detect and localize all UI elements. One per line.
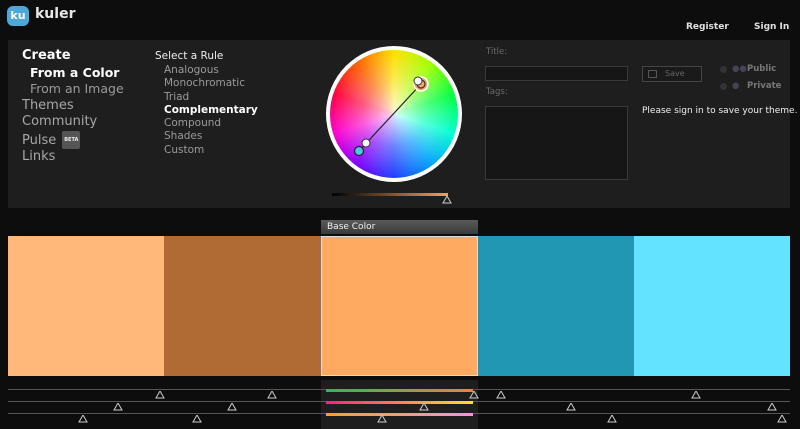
save-icon (648, 70, 657, 78)
rule-triad[interactable]: Triad (155, 91, 305, 104)
people-icon: ●● (732, 64, 747, 74)
private-option[interactable]: ● Private (732, 81, 781, 91)
rule-analogous[interactable]: Analogous (155, 64, 305, 77)
swatch-4[interactable] (478, 236, 634, 376)
color-handle-5[interactable] (353, 145, 365, 157)
theme-swatches (8, 236, 790, 376)
swatch-3-base[interactable] (321, 236, 478, 376)
nav-from-an-image[interactable]: From an Image (22, 81, 152, 98)
save-button[interactable]: Save (642, 66, 702, 82)
base-brightness-bar[interactable] (326, 413, 473, 416)
tags-input[interactable] (485, 106, 628, 180)
base-hue-bar[interactable] (326, 389, 473, 392)
base-saturation-bar[interactable] (326, 401, 473, 404)
nav-pulse[interactable]: Pulse BETA (22, 130, 152, 149)
top-bar: ku kuler Register Sign In (0, 0, 800, 40)
rules-title: Select a Rule (155, 50, 224, 62)
brightness-slider[interactable] (332, 193, 448, 196)
brightness-slider-thumb[interactable] (442, 196, 452, 204)
rule-monochromatic[interactable]: Monochromatic (155, 77, 305, 90)
private-radio[interactable] (720, 83, 727, 90)
swatch-2[interactable] (164, 236, 321, 376)
swatch-sliders (8, 380, 790, 429)
nav-links[interactable]: Links (22, 149, 152, 166)
tags-label: Tags: (486, 87, 508, 97)
rule-selector: Select a Rule Analogous Monochromatic Tr… (155, 50, 305, 157)
rule-custom[interactable]: Custom (155, 144, 305, 157)
save-button-label: Save (665, 69, 685, 78)
color-wheel-markers (353, 76, 429, 157)
app-title[interactable]: kuler (35, 6, 75, 22)
private-label: Private (746, 81, 782, 91)
color-handle-2[interactable] (413, 76, 423, 86)
title-label: Title: (486, 47, 508, 57)
rule-compound[interactable]: Compound (155, 117, 305, 130)
main-nav: Create From a Color From an Image Themes… (22, 48, 152, 166)
base-slider-background (321, 380, 478, 429)
kuler-logo-icon[interactable]: ku (7, 6, 29, 26)
swatch-5[interactable] (634, 236, 790, 376)
register-link[interactable]: Register (686, 22, 729, 32)
swatch-1[interactable] (8, 236, 164, 376)
rule-shades[interactable]: Shades (155, 130, 305, 143)
public-label: Public (746, 64, 777, 74)
color-handle-4[interactable] (361, 138, 371, 148)
base-color-label: Base Color (321, 220, 478, 234)
public-option[interactable]: ●● Public (732, 64, 776, 74)
nav-themes[interactable]: Themes (22, 98, 152, 115)
person-icon: ● (732, 81, 740, 91)
rule-complementary[interactable]: Complementary (155, 104, 305, 117)
beta-badge: BETA (62, 130, 81, 149)
nav-from-a-color[interactable]: From a Color (22, 65, 152, 82)
nav-community[interactable]: Community (22, 114, 152, 131)
public-radio[interactable] (720, 66, 727, 73)
nav-create[interactable]: Create (22, 48, 152, 65)
signin-message: Please sign in to save your theme. (642, 106, 798, 116)
title-input[interactable] (485, 66, 628, 81)
nav-pulse-label: Pulse (22, 132, 57, 148)
sign-in-link[interactable]: Sign In (754, 22, 789, 32)
